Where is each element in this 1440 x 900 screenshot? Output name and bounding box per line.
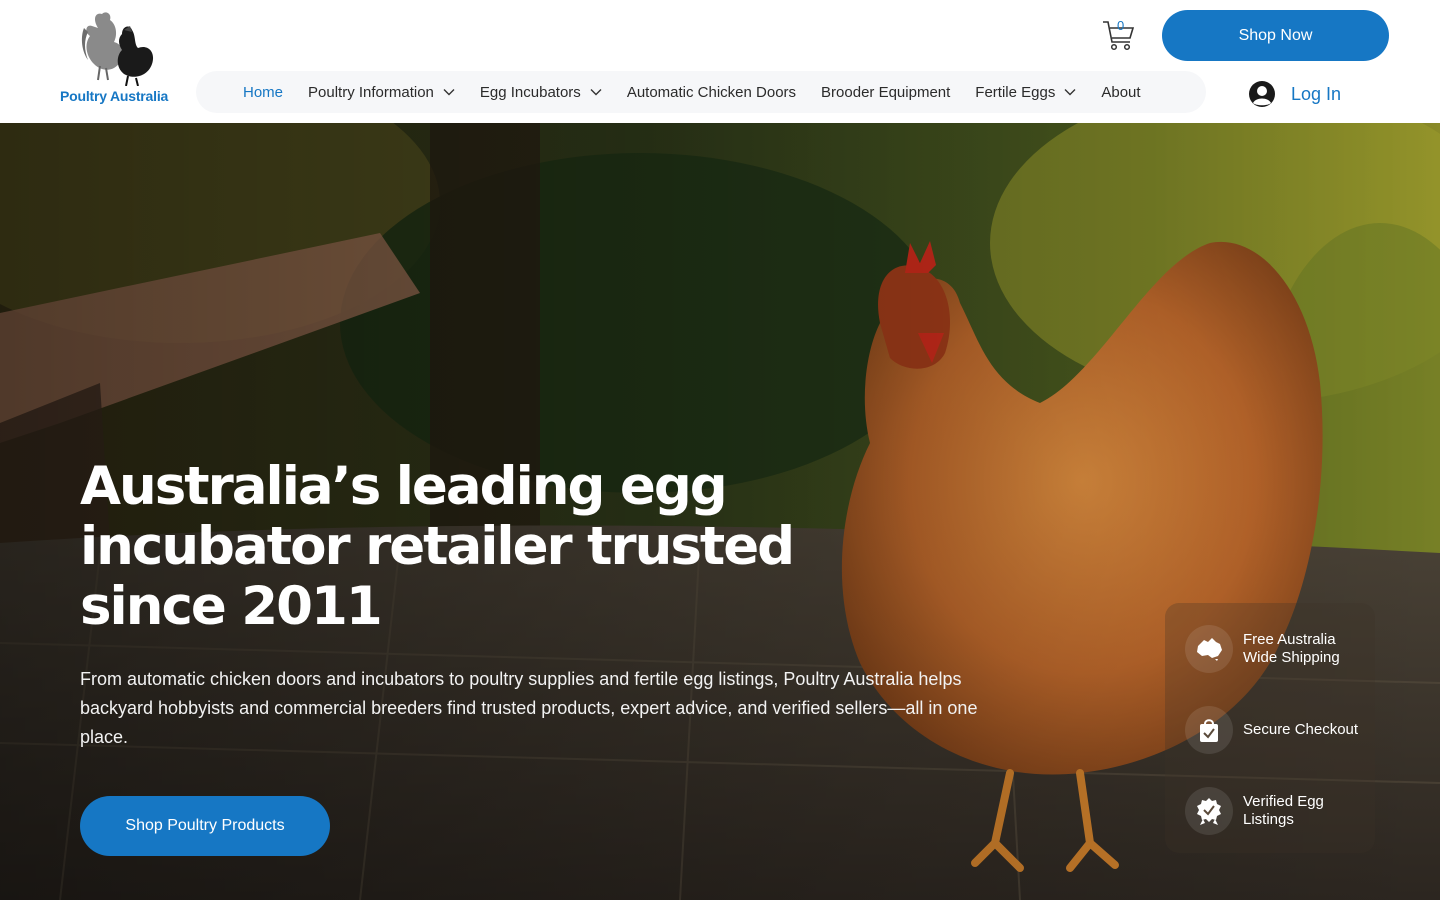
rooster-logo-icon: [81, 12, 154, 86]
nav-item-label: About: [1101, 83, 1141, 101]
feature-secure-checkout: Secure Checkout: [1185, 706, 1375, 754]
nav-item-label: Poultry Information: [308, 83, 434, 101]
feature-label: Verified Egg Listings: [1243, 793, 1324, 828]
login-label: Log In: [1291, 83, 1342, 104]
nav-item-poultry-information[interactable]: Poultry Information: [308, 84, 455, 101]
user-avatar-icon: [1249, 81, 1275, 107]
nav-item-egg-incubators[interactable]: Egg Incubators: [480, 84, 602, 101]
chevron-down-icon: [443, 89, 455, 96]
hero-section: Australia’s leading egg incubator retail…: [0, 123, 1440, 900]
nav-item-label: Fertile Eggs: [975, 83, 1056, 101]
brand-logo[interactable]: Poultry Australia: [60, 8, 186, 108]
shop-now-button[interactable]: Shop Now: [1162, 10, 1389, 61]
feature-shipping: Free Australia Wide Shipping: [1185, 625, 1375, 673]
nav-item-brooder-equipment[interactable]: Brooder Equipment: [821, 84, 950, 101]
site-header: Poultry Australia 0 Shop Now Home Poultr…: [0, 0, 1440, 123]
chevron-down-icon: [590, 89, 602, 96]
nav-item-fertile-eggs[interactable]: Fertile Eggs: [975, 84, 1076, 101]
chevron-down-icon: [1064, 89, 1076, 96]
cart-count: 0: [1117, 18, 1125, 33]
feature-label: Secure Checkout: [1243, 721, 1359, 738]
login-link[interactable]: Log In: [1248, 80, 1341, 108]
verified-badge-icon: [1185, 787, 1233, 835]
main-nav: Home Poultry Information Egg Incubators …: [196, 71, 1206, 113]
nav-item-label: Brooder Equipment: [821, 83, 951, 101]
nav-item-home[interactable]: Home: [243, 84, 283, 101]
cart-button[interactable]: 0: [1100, 16, 1140, 56]
features-panel: Free Australia Wide Shipping Secure Chec…: [1165, 603, 1375, 853]
nav-item-label: Home: [243, 83, 284, 101]
nav-item-automatic-chicken-doors[interactable]: Automatic Chicken Doors: [627, 84, 796, 101]
feature-verified-listings: Verified Egg Listings: [1185, 787, 1375, 835]
nav-item-label: Automatic Chicken Doors: [626, 83, 797, 101]
shop-poultry-products-button[interactable]: Shop Poultry Products: [80, 796, 330, 856]
nav-item-label: Egg Incubators: [479, 83, 581, 101]
feature-label: Free Australia Wide Shipping: [1243, 631, 1340, 666]
hero-title: Australia’s leading egg incubator retail…: [80, 456, 795, 637]
shopping-bag-check-icon: [1185, 706, 1233, 754]
australia-map-icon: [1185, 625, 1233, 673]
brand-name: Poultry Australia: [60, 88, 169, 104]
hero-description: From automatic chicken doors and incubat…: [80, 669, 978, 747]
nav-item-about[interactable]: About: [1101, 84, 1140, 101]
